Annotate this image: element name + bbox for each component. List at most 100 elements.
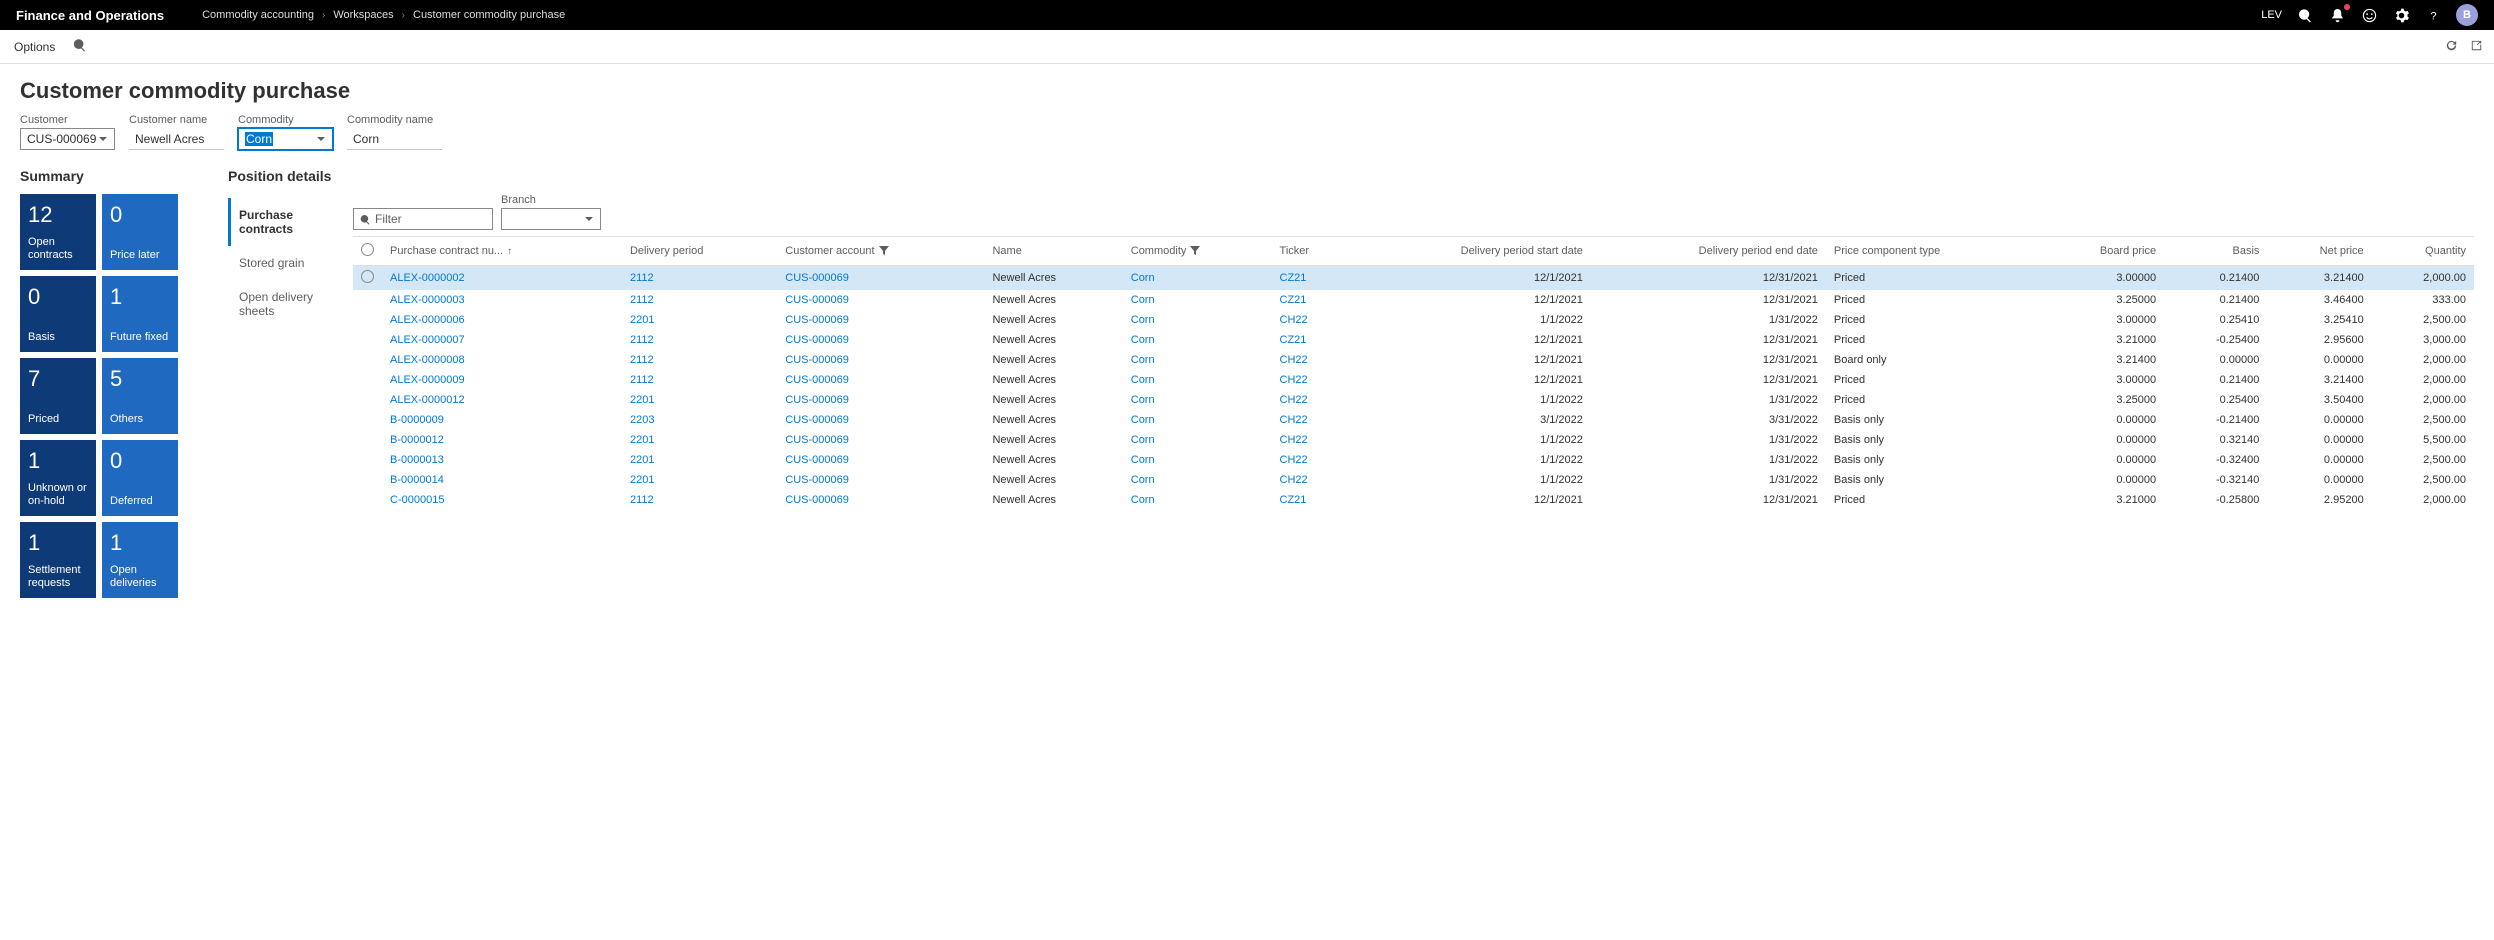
breadcrumb-item[interactable]: Commodity accounting bbox=[202, 9, 314, 21]
cell-customer-account[interactable]: CUS-000069 bbox=[777, 290, 984, 310]
cell-ticker[interactable]: CH22 bbox=[1272, 310, 1351, 330]
breadcrumb-item[interactable]: Customer commodity purchase bbox=[413, 9, 565, 21]
gear-icon[interactable] bbox=[2392, 6, 2410, 24]
cell-ticker[interactable]: CH22 bbox=[1272, 430, 1351, 450]
summary-tile[interactable]: 0Basis bbox=[20, 276, 96, 352]
cell-customer-account[interactable]: CUS-000069 bbox=[777, 470, 984, 490]
cell-commodity[interactable]: Corn bbox=[1123, 450, 1272, 470]
popout-icon[interactable] bbox=[2469, 38, 2484, 56]
cell-contract[interactable]: ALEX-0000009 bbox=[382, 370, 622, 390]
cell-commodity[interactable]: Corn bbox=[1123, 310, 1272, 330]
cell-delivery-period[interactable]: 2201 bbox=[622, 390, 777, 410]
col-start-date[interactable]: Delivery period start date bbox=[1351, 237, 1591, 266]
cell-delivery-period[interactable]: 2112 bbox=[622, 330, 777, 350]
cell-delivery-period[interactable]: 2112 bbox=[622, 266, 777, 291]
col-end-date[interactable]: Delivery period end date bbox=[1591, 237, 1826, 266]
row-select[interactable] bbox=[353, 390, 382, 410]
cell-customer-account[interactable]: CUS-000069 bbox=[777, 390, 984, 410]
summary-tile[interactable]: 5Others bbox=[102, 358, 178, 434]
cell-commodity[interactable]: Corn bbox=[1123, 290, 1272, 310]
cell-contract[interactable]: C-0000015 bbox=[382, 490, 622, 510]
help-icon[interactable]: ? bbox=[2424, 6, 2442, 24]
summary-tile[interactable]: 7Priced bbox=[20, 358, 96, 434]
row-select[interactable] bbox=[353, 370, 382, 390]
cell-contract[interactable]: B-0000009 bbox=[382, 410, 622, 430]
commodity-input[interactable]: Corn bbox=[238, 128, 333, 150]
row-select[interactable] bbox=[353, 330, 382, 350]
row-select[interactable] bbox=[353, 290, 382, 310]
table-row[interactable]: B-00000132201CUS-000069Newell AcresCornC… bbox=[353, 450, 2474, 470]
summary-tile[interactable]: 1Unknown or on-hold bbox=[20, 440, 96, 516]
cell-delivery-period[interactable]: 2203 bbox=[622, 410, 777, 430]
cell-customer-account[interactable]: CUS-000069 bbox=[777, 410, 984, 430]
row-select[interactable] bbox=[353, 450, 382, 470]
summary-tile[interactable]: 12Open contracts bbox=[20, 194, 96, 270]
cell-ticker[interactable]: CZ21 bbox=[1272, 490, 1351, 510]
cell-ticker[interactable]: CZ21 bbox=[1272, 290, 1351, 310]
col-board-price[interactable]: Board price bbox=[2039, 237, 2165, 266]
col-ticker[interactable]: Ticker bbox=[1272, 237, 1351, 266]
cell-delivery-period[interactable]: 2201 bbox=[622, 450, 777, 470]
cell-ticker[interactable]: CZ21 bbox=[1272, 266, 1351, 291]
cell-commodity[interactable]: Corn bbox=[1123, 390, 1272, 410]
cell-ticker[interactable]: CH22 bbox=[1272, 470, 1351, 490]
table-row[interactable]: ALEX-00000082112CUS-000069Newell AcresCo… bbox=[353, 350, 2474, 370]
avatar[interactable]: B bbox=[2456, 4, 2478, 26]
cell-ticker[interactable]: CH22 bbox=[1272, 370, 1351, 390]
summary-tile[interactable]: 1Open deliveries bbox=[102, 522, 178, 598]
cell-ticker[interactable]: CH22 bbox=[1272, 410, 1351, 430]
tab-purchase-contracts[interactable]: Purchase contracts bbox=[228, 198, 343, 246]
cell-customer-account[interactable]: CUS-000069 bbox=[777, 490, 984, 510]
cell-customer-account[interactable]: CUS-000069 bbox=[777, 450, 984, 470]
cell-delivery-period[interactable]: 2112 bbox=[622, 350, 777, 370]
breadcrumb-item[interactable]: Workspaces bbox=[333, 9, 393, 21]
cell-commodity[interactable]: Corn bbox=[1123, 350, 1272, 370]
cell-commodity[interactable]: Corn bbox=[1123, 410, 1272, 430]
branch-select[interactable] bbox=[501, 208, 601, 230]
cell-contract[interactable]: ALEX-0000007 bbox=[382, 330, 622, 350]
cell-commodity[interactable]: Corn bbox=[1123, 330, 1272, 350]
cell-delivery-period[interactable]: 2112 bbox=[622, 370, 777, 390]
row-select[interactable] bbox=[353, 310, 382, 330]
refresh-icon[interactable] bbox=[2444, 38, 2459, 56]
cell-customer-account[interactable]: CUS-000069 bbox=[777, 330, 984, 350]
smiley-icon[interactable] bbox=[2360, 6, 2378, 24]
col-quantity[interactable]: Quantity bbox=[2372, 237, 2474, 266]
col-commodity[interactable]: Commodity bbox=[1123, 237, 1272, 266]
row-select[interactable] bbox=[353, 266, 382, 291]
table-row[interactable]: C-00000152112CUS-000069Newell AcresCornC… bbox=[353, 490, 2474, 510]
search-icon[interactable] bbox=[2296, 6, 2314, 24]
cell-ticker[interactable]: CH22 bbox=[1272, 450, 1351, 470]
table-row[interactable]: ALEX-00000122201CUS-000069Newell AcresCo… bbox=[353, 390, 2474, 410]
cell-customer-account[interactable]: CUS-000069 bbox=[777, 430, 984, 450]
table-row[interactable]: ALEX-00000032112CUS-000069Newell AcresCo… bbox=[353, 290, 2474, 310]
cell-contract[interactable]: ALEX-0000003 bbox=[382, 290, 622, 310]
cell-commodity[interactable]: Corn bbox=[1123, 470, 1272, 490]
table-row[interactable]: B-00000092203CUS-000069Newell AcresCornC… bbox=[353, 410, 2474, 430]
row-select[interactable] bbox=[353, 470, 382, 490]
cell-ticker[interactable]: CH22 bbox=[1272, 390, 1351, 410]
cell-contract[interactable]: ALEX-0000008 bbox=[382, 350, 622, 370]
cell-customer-account[interactable]: CUS-000069 bbox=[777, 310, 984, 330]
table-row[interactable]: B-00000122201CUS-000069Newell AcresCornC… bbox=[353, 430, 2474, 450]
col-delivery-period[interactable]: Delivery period bbox=[622, 237, 777, 266]
col-price-type[interactable]: Price component type bbox=[1826, 237, 2039, 266]
cell-commodity[interactable]: Corn bbox=[1123, 490, 1272, 510]
col-net-price[interactable]: Net price bbox=[2267, 237, 2371, 266]
bell-icon[interactable] bbox=[2328, 6, 2346, 24]
summary-tile[interactable]: 0Deferred bbox=[102, 440, 178, 516]
cell-commodity[interactable]: Corn bbox=[1123, 370, 1272, 390]
cell-delivery-period[interactable]: 2201 bbox=[622, 310, 777, 330]
options-button[interactable]: Options bbox=[10, 40, 59, 54]
tab-open-delivery-sheets[interactable]: Open delivery sheets bbox=[228, 280, 343, 328]
tab-stored-grain[interactable]: Stored grain bbox=[228, 246, 343, 280]
filter-input[interactable]: Filter bbox=[353, 208, 493, 230]
cell-delivery-period[interactable]: 2201 bbox=[622, 470, 777, 490]
cell-delivery-period[interactable]: 2201 bbox=[622, 430, 777, 450]
cell-delivery-period[interactable]: 2112 bbox=[622, 490, 777, 510]
row-select[interactable] bbox=[353, 410, 382, 430]
table-row[interactable]: ALEX-00000092112CUS-000069Newell AcresCo… bbox=[353, 370, 2474, 390]
table-row[interactable]: ALEX-00000062201CUS-000069Newell AcresCo… bbox=[353, 310, 2474, 330]
cell-ticker[interactable]: CH22 bbox=[1272, 350, 1351, 370]
cell-customer-account[interactable]: CUS-000069 bbox=[777, 350, 984, 370]
